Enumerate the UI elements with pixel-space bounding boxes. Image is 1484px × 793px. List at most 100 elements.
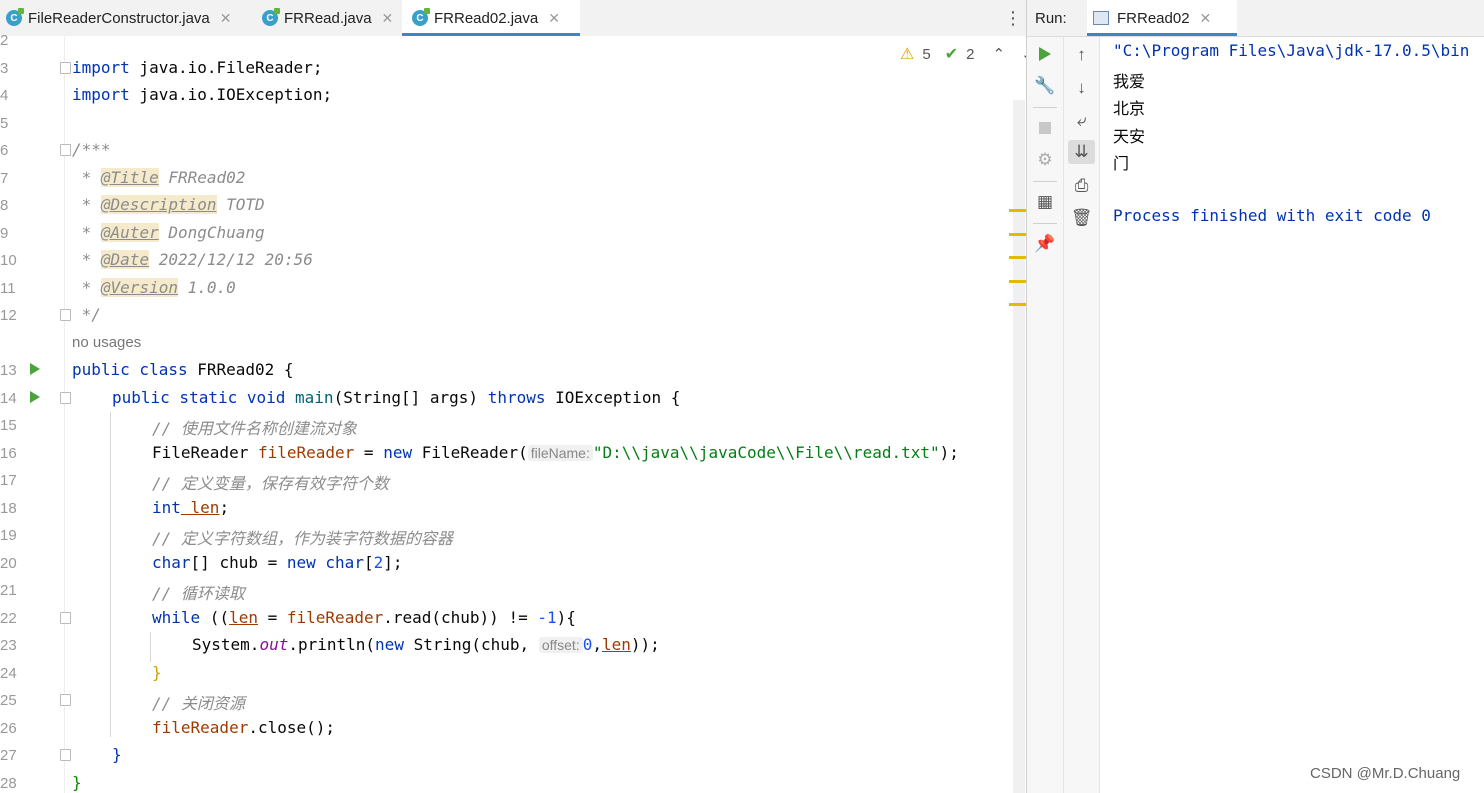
tab-frread02[interactable]: C FRRead02.java ✕ <box>402 0 580 36</box>
fold-icon[interactable] <box>60 309 71 321</box>
console-line: Process finished with exit code 0 <box>1113 206 1431 225</box>
stop-icon[interactable] <box>1027 116 1063 140</box>
code-line-7: * @Title FRRead02 <box>72 168 246 187</box>
line-number: 18 <box>0 500 17 517</box>
run-tab-frread02[interactable]: FRRead02 ✕ <box>1087 0 1237 36</box>
run-class-icon[interactable] <box>30 363 40 375</box>
code-line-14: public static void main(String[] args) t… <box>112 388 681 407</box>
pin-icon[interactable]: 📌 <box>1027 232 1063 256</box>
line-number: 11 <box>0 280 16 297</box>
line-number: 22 <box>0 610 17 627</box>
warning-icon: ⚠ <box>900 46 915 63</box>
line-number: 19 <box>0 527 17 544</box>
more-tabs-icon[interactable]: ⋮ <box>1004 8 1022 29</box>
line-number: 12 <box>0 307 17 324</box>
warning-stripe-mark[interactable] <box>1009 209 1026 212</box>
line-number: 6 <box>0 142 9 159</box>
run-label: Run: <box>1035 10 1067 27</box>
code-line-19: // 定义字符数组，作为装字符数据的容器 <box>152 529 453 548</box>
code-line-20: char[] chub = new char[2]; <box>152 553 403 572</box>
code-line-8: * @Description TOTD <box>72 195 265 214</box>
code-line-26: fileReader.close(); <box>152 718 336 737</box>
rerun-icon[interactable] <box>1027 42 1063 66</box>
layout-icon[interactable]: ▦ <box>1027 190 1063 214</box>
soft-wrap-icon[interactable]: ⤶ <box>1064 109 1099 133</box>
previous-highlight-icon[interactable]: ⌃ <box>992 45 1005 63</box>
code-line-24: } <box>152 663 162 682</box>
toolbar-separator <box>1033 181 1057 182</box>
line-number: 4 <box>0 87 9 104</box>
console-line: 我爱 <box>1113 74 1146 91</box>
indent-guide <box>110 412 111 737</box>
trash-icon[interactable]: 🗑 <box>1064 206 1099 230</box>
arrow-up-icon[interactable]: ↑ <box>1064 43 1099 67</box>
line-number: 24 <box>0 665 17 682</box>
fold-icon[interactable] <box>60 62 71 74</box>
console-line: 北京 <box>1113 101 1146 118</box>
warning-stripe-mark[interactable] <box>1009 233 1026 236</box>
close-icon[interactable]: ✕ <box>220 10 232 27</box>
code-line-21: // 循环读取 <box>152 584 245 603</box>
code-line-25: // 关闭资源 <box>152 694 245 713</box>
console-line: 天安 <box>1113 129 1146 146</box>
print-icon[interactable]: ⎙ <box>1064 174 1099 198</box>
tab-label: FRRead.java <box>284 9 372 27</box>
warning-stripe-mark[interactable] <box>1009 303 1026 306</box>
code-line-15: // 使用文件名称创建流对象 <box>152 419 357 438</box>
indent-guide <box>150 632 151 662</box>
code-line-17: // 定义变量，保存有效字符个数 <box>152 474 389 493</box>
code-line-22: while ((len = fileReader.read(chub)) != … <box>152 608 576 627</box>
parameter-hint: fileName: <box>527 445 593 461</box>
close-icon[interactable]: ✕ <box>382 10 394 27</box>
inspection-widget[interactable]: ⚠ 5 ✔ 2 ⌃ ⌄ <box>900 44 1034 64</box>
run-main-icon[interactable] <box>30 391 40 403</box>
tab-frread[interactable]: C FRRead.java ✕ <box>256 0 408 36</box>
line-number: 7 <box>0 170 9 187</box>
scroll-to-end-icon[interactable]: ⇊ <box>1068 140 1095 164</box>
java-class-icon: C <box>262 8 280 26</box>
fold-icon[interactable] <box>60 694 71 706</box>
code-line-6: /*** <box>72 140 111 159</box>
line-number: 2 <box>0 32 9 49</box>
line-number: 28 <box>0 775 17 792</box>
line-number: 20 <box>0 555 17 572</box>
weak-warning-icon: ✔ <box>944 46 959 63</box>
wrench-icon[interactable]: 🔧 <box>1027 74 1063 98</box>
debug-icon[interactable]: ⚙ <box>1027 148 1063 172</box>
arrow-down-icon[interactable]: ↓ <box>1064 76 1099 100</box>
line-number: 8 <box>0 197 9 214</box>
run-panel-header: Run: FRRead02 ✕ <box>1027 0 1484 37</box>
watermark: CSDN @Mr.D.Chuang <box>1310 765 1461 782</box>
fold-icon[interactable] <box>60 144 71 156</box>
close-icon[interactable]: ✕ <box>548 10 560 27</box>
run-toolbar-secondary: ↑ ↓ ⤶ ⇊ ⎙ 🗑 <box>1064 37 1100 793</box>
console-icon <box>1093 11 1109 25</box>
line-number: 15 <box>0 417 17 434</box>
toolbar-separator <box>1033 223 1057 224</box>
java-class-icon: C <box>6 8 24 26</box>
line-number: 3 <box>0 60 9 77</box>
fold-icon[interactable] <box>60 392 71 404</box>
java-class-icon: C <box>412 8 430 26</box>
code-line-3: import java.io.FileReader; <box>72 58 323 77</box>
fold-icon[interactable] <box>60 612 71 624</box>
line-number: 27 <box>0 747 17 764</box>
close-icon[interactable]: ✕ <box>1200 10 1212 27</box>
line-number: 13 <box>0 362 17 379</box>
weak-warning-count: 2 <box>966 45 975 63</box>
line-number: 14 <box>0 390 17 407</box>
warning-stripe-mark[interactable] <box>1009 256 1026 259</box>
code-line-23: System.out.println(new String(chub, offs… <box>192 635 660 654</box>
line-number: 23 <box>0 637 17 654</box>
usages-hint[interactable]: no usages <box>72 334 141 351</box>
tab-label: FRRead02.java <box>434 9 539 27</box>
editor-scrollbar[interactable] <box>1013 100 1025 793</box>
line-number: 25 <box>0 692 17 709</box>
tab-label: FileReaderConstructor.java <box>28 9 210 27</box>
fold-icon[interactable] <box>60 749 71 761</box>
warning-stripe-mark[interactable] <box>1009 280 1026 283</box>
code-editor[interactable]: ⚠ 5 ✔ 2 ⌃ ⌄ 2 3 4 5 6 7 8 9 10 11 12 13 … <box>0 32 1034 793</box>
tab-file-reader-constructor[interactable]: C FileReaderConstructor.java ✕ <box>0 0 258 36</box>
line-number: 17 <box>0 472 17 489</box>
run-toolbar-primary: 🔧 ⚙ ▦ 📌 <box>1027 37 1064 793</box>
